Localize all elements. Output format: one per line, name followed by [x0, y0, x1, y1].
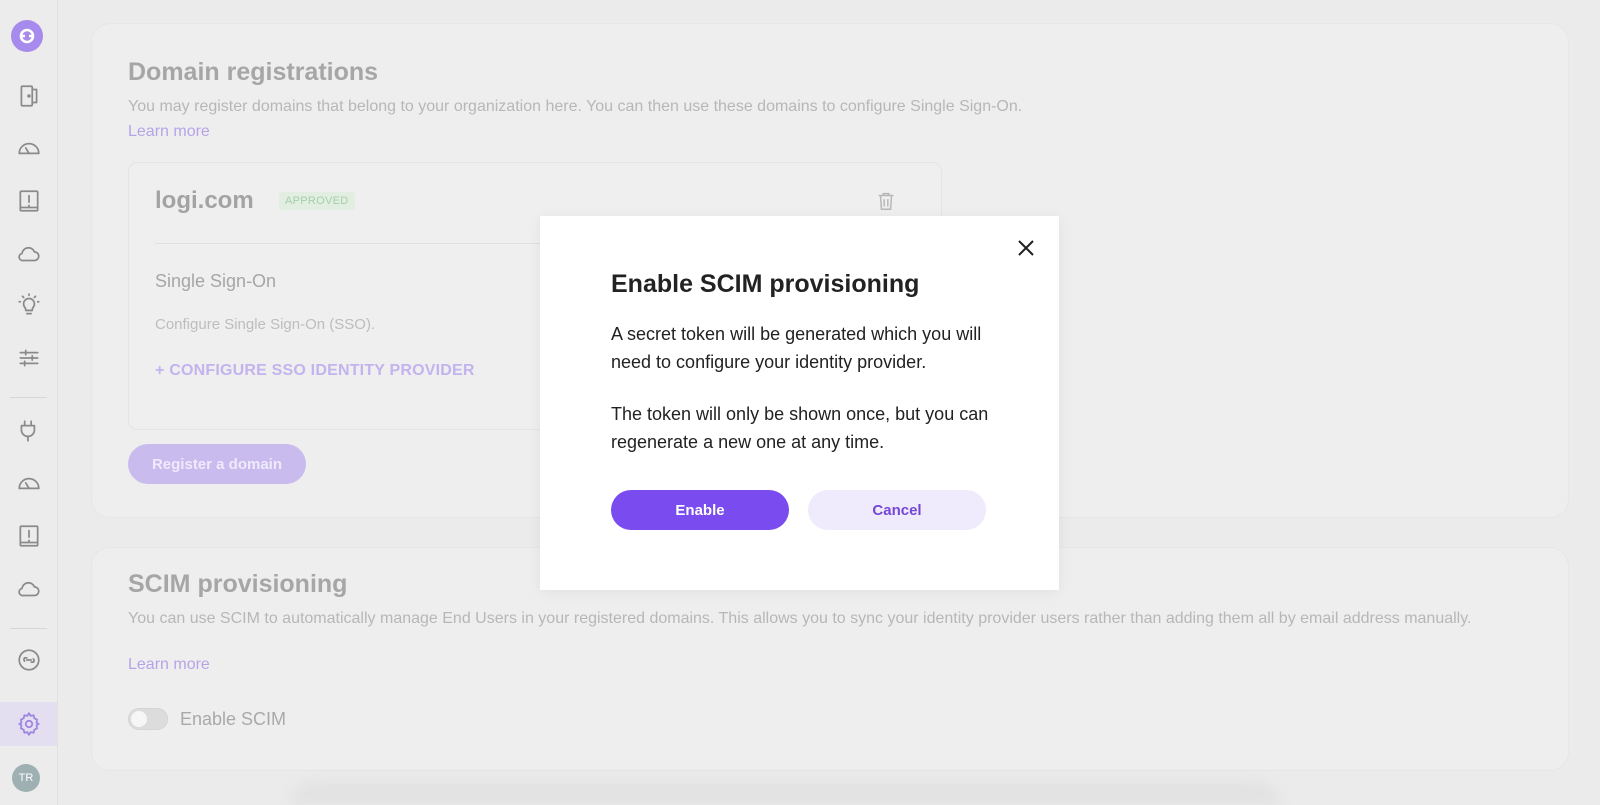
- close-icon: [1018, 240, 1034, 256]
- enable-scim-modal: Enable SCIM provisioning A secret token …: [540, 216, 1059, 590]
- close-button[interactable]: [1014, 236, 1038, 260]
- modal-paragraph-1: A secret token will be generated which y…: [611, 324, 982, 372]
- modal-title: Enable SCIM provisioning: [611, 270, 920, 298]
- cancel-button[interactable]: Cancel: [808, 490, 986, 530]
- enable-button[interactable]: Enable: [611, 490, 789, 530]
- modal-paragraph-2: The token will only be shown once, but y…: [611, 404, 989, 452]
